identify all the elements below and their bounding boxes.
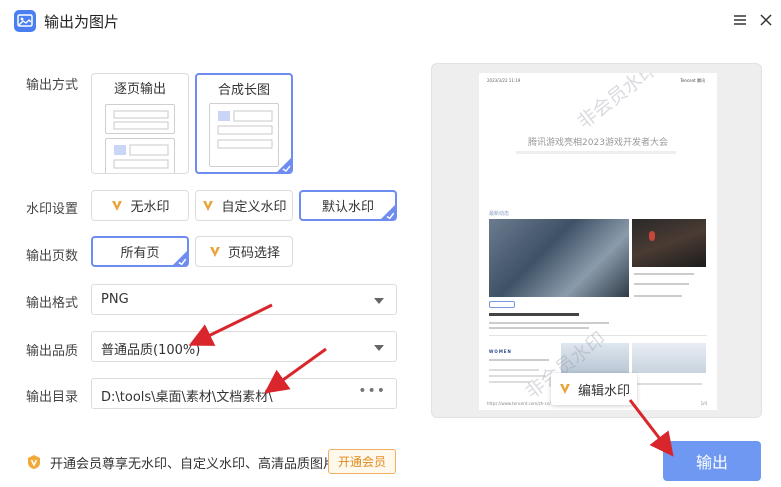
close-icon[interactable]: [757, 11, 775, 29]
news-photo-2: [632, 219, 706, 267]
text-line: [489, 369, 539, 371]
text-line: [634, 295, 682, 297]
watermark-label: 水印设置: [26, 202, 79, 217]
quality-label: 输出品质: [26, 344, 79, 359]
quality-select[interactable]: 普通品质(100%): [91, 331, 397, 362]
output-mode-label: 输出方式: [26, 78, 79, 93]
preview-watermark: 非会员水印: [573, 73, 662, 134]
edit-watermark-button[interactable]: 编辑水印: [551, 373, 637, 405]
custom-watermark-option[interactable]: 自定义水印: [195, 190, 293, 221]
text-line: [634, 283, 689, 285]
directory-label: 输出目录: [26, 390, 79, 405]
window-title: 输出为图片: [44, 13, 120, 31]
promo-text: 开通会员尊享无水印、自定义水印、高清品质图片: [50, 456, 337, 472]
more-dots-icon[interactable]: •••: [358, 383, 386, 399]
page-range-option[interactable]: 页码选择: [195, 236, 293, 267]
selected-check-icon: [277, 158, 291, 172]
page-illustration: [105, 104, 175, 134]
text-line: [489, 359, 549, 361]
pages-label: 输出页数: [26, 249, 79, 264]
custom-watermark-label: 自定义水印: [221, 200, 287, 215]
page-illustration: [105, 138, 175, 173]
no-watermark-label: 无水印: [130, 200, 170, 215]
default-watermark-label: 默认水印: [321, 200, 374, 215]
all-pages-option[interactable]: 所有页: [91, 236, 189, 267]
vip-v-icon: [203, 200, 214, 211]
no-watermark-option[interactable]: 无水印: [91, 190, 189, 221]
paper-header-brand: Tencent 腾讯: [680, 78, 705, 83]
option-page-by-page-label: 逐页输出: [113, 82, 166, 97]
photo-detail: [649, 231, 655, 241]
edit-watermark-label: 编辑水印: [577, 383, 630, 399]
paper-subtitle-line: [516, 151, 676, 154]
quality-value: 普通品质(100%): [101, 343, 201, 358]
option-long-image[interactable]: 合成长图: [195, 73, 293, 174]
paper-section-b: WOMEN: [489, 349, 512, 354]
format-value: PNG: [101, 292, 129, 307]
option-long-image-label: 合成长图: [217, 83, 270, 98]
text-line: [489, 313, 579, 316]
news-photo-4: [632, 343, 706, 373]
text-line: [634, 273, 694, 275]
hamburger-menu-icon[interactable]: [731, 11, 749, 29]
text-line: [489, 327, 589, 329]
format-select[interactable]: PNG: [91, 284, 397, 315]
preview-page: 2023/3/22 11:19 Tencent 腾讯 腾讯游戏亮相2023游戏开…: [479, 73, 717, 410]
export-button[interactable]: 输出: [663, 441, 761, 481]
preview-panel: 2023/3/22 11:19 Tencent 腾讯 腾讯游戏亮相2023游戏开…: [431, 63, 762, 418]
page-illustration: [209, 103, 279, 167]
open-vip-button[interactable]: 开通会员: [328, 449, 396, 474]
option-page-by-page[interactable]: 逐页输出: [91, 73, 189, 174]
page-range-label: 页码选择: [227, 246, 280, 261]
title-bar: 输出为图片: [0, 0, 781, 42]
vip-v-icon: [559, 384, 570, 394]
text-line: [632, 383, 702, 385]
vip-shield-icon: [28, 455, 40, 469]
paper-footer-url: https://www.tencent.com/zh-cn/: [487, 401, 551, 406]
vip-v-icon: [209, 246, 220, 257]
format-label: 输出格式: [26, 296, 79, 311]
tag-pill: [489, 301, 515, 308]
paper-section-heading: 最新动态: [489, 211, 510, 217]
all-pages-label: 所有页: [120, 246, 160, 261]
paper-footer-page: 1/4: [700, 401, 707, 406]
selected-check-icon: [172, 250, 188, 266]
chevron-down-icon: [374, 298, 384, 304]
promo-bar: 开通会员尊享无水印、自定义水印、高清品质图片: [26, 450, 336, 474]
text-line: [489, 322, 609, 324]
image-icon: [14, 10, 36, 32]
paper-header-date: 2023/3/22 11:19: [487, 78, 521, 83]
selected-check-icon: [380, 204, 396, 220]
vip-v-icon: [112, 200, 123, 211]
directory-field[interactable]: D:\tools\桌面\素材\文档素材\ •••: [91, 378, 397, 409]
default-watermark-option[interactable]: 默认水印: [299, 190, 397, 221]
directory-value: D:\tools\桌面\素材\文档素材\: [101, 390, 273, 405]
paper-title: 腾讯游戏亮相2023游戏开发者大会: [528, 138, 668, 148]
news-photo-1: [489, 219, 629, 297]
chevron-down-icon: [374, 345, 384, 351]
